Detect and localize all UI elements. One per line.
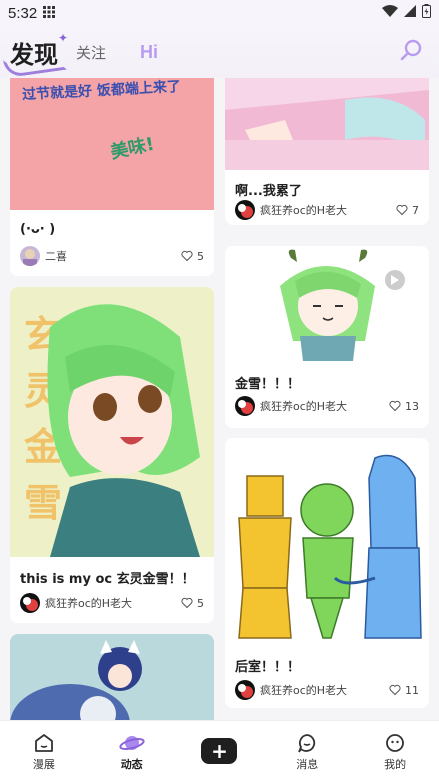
like-button[interactable]: 11 (389, 684, 419, 697)
nav-label: 漫展 (32, 757, 55, 771)
post-meta: 疯狂养oc的H老大 13 (235, 396, 419, 416)
like-button[interactable]: 13 (389, 400, 419, 413)
post-image: 过节就是好 饭都端上来了 美味! (10, 78, 214, 210)
post-title: 后室！！！ (235, 660, 301, 675)
sparkle-icon: ✦ (57, 30, 68, 45)
post-image: 玄灵金雪 (10, 287, 214, 557)
top-tab-bar: 发现 ✦ 关注 Hi (0, 26, 439, 78)
video-play-icon[interactable] (385, 270, 405, 290)
nav-create[interactable]: + (184, 737, 254, 764)
tab-discover[interactable]: 发现 ✦ (3, 31, 68, 78)
avatar[interactable] (235, 680, 255, 700)
image-caption-top: 过节就是好 饭都端上来了 (21, 78, 182, 104)
post-meta: 疯狂养oc的H老大 7 (235, 200, 419, 220)
status-time: 5:32 (8, 4, 38, 22)
nav-label: 消息 (296, 757, 319, 771)
status-bar: 5:32 (0, 0, 439, 26)
like-button[interactable]: 5 (181, 250, 204, 263)
like-count: 13 (405, 399, 419, 413)
grid-notification-icon (43, 5, 56, 21)
post-meta: 疯狂养oc的H老大 11 (235, 680, 419, 700)
tab-follow[interactable]: 关注 (76, 42, 106, 63)
heart-icon (396, 204, 408, 216)
heart-icon (181, 597, 193, 609)
plus-icon: + (201, 737, 238, 764)
post-card[interactable]: 啊...我累了 疯狂养oc的H老大 7 (225, 78, 429, 225)
author-name[interactable]: 疯狂养oc的H老大 (260, 682, 347, 698)
post-image (225, 78, 429, 170)
avatar[interactable] (20, 593, 40, 613)
post-card[interactable]: 过节就是好 饭都端上来了 美味! (·ᴗ· ) 二喜 5 (10, 78, 214, 276)
post-card[interactable]: 玄灵金雪 this is my oc 玄灵金雪！！ 疯狂养oc的H老大 5 (10, 287, 214, 623)
post-image (225, 246, 429, 361)
post-card[interactable]: 后室！！！ 疯狂养oc的H老大 11 (225, 438, 429, 708)
post-card[interactable] (10, 634, 214, 720)
post-title: 金雪！！！ (235, 377, 301, 392)
message-icon (296, 730, 318, 756)
bottom-nav: 漫展 动态 + 消息 我的 (0, 720, 439, 780)
heart-icon (181, 250, 193, 262)
author-name[interactable]: 疯狂养oc的H老大 (45, 595, 132, 611)
home-icon (33, 730, 55, 756)
signal-icon (404, 5, 416, 21)
profile-icon (384, 730, 406, 756)
avatar[interactable] (235, 396, 255, 416)
author-name[interactable]: 疯狂养oc的H老大 (260, 398, 347, 414)
tab-hi[interactable]: Hi (140, 42, 158, 63)
nav-profile[interactable]: 我的 (360, 730, 430, 772)
like-button[interactable]: 7 (396, 204, 419, 217)
post-card[interactable]: 金雪！！！ 疯狂养oc的H老大 13 (225, 246, 429, 428)
nav-label: 动态 (120, 757, 143, 771)
post-meta: 二喜 5 (20, 246, 204, 266)
post-image (10, 634, 214, 720)
like-count: 5 (197, 249, 204, 263)
image-caption-mid: 美味! (108, 133, 157, 164)
post-image (225, 438, 429, 646)
like-count: 7 (412, 203, 419, 217)
heart-icon (389, 400, 401, 412)
heart-icon (389, 684, 401, 696)
nav-messages[interactable]: 消息 (272, 730, 342, 772)
like-count: 5 (197, 596, 204, 610)
post-title: (·ᴗ· ) (20, 222, 56, 237)
post-meta: 疯狂养oc的H老大 5 (20, 593, 204, 613)
like-button[interactable]: 5 (181, 597, 204, 610)
wifi-icon (382, 5, 398, 21)
nav-exhibition[interactable]: 漫展 (9, 730, 79, 772)
avatar[interactable] (20, 246, 40, 266)
search-icon (400, 38, 424, 66)
planet-icon (119, 730, 145, 756)
post-title: this is my oc 玄灵金雪！！ (20, 572, 195, 587)
author-name[interactable]: 疯狂养oc的H老大 (260, 202, 347, 218)
nav-dynamics[interactable]: 动态 (97, 730, 167, 772)
avatar[interactable] (235, 200, 255, 220)
post-title: 啊...我累了 (235, 184, 302, 199)
discover-feed[interactable]: 过节就是好 饭都端上来了 美味! (·ᴗ· ) 二喜 5 玄灵金雪 this i… (0, 78, 439, 720)
like-count: 11 (405, 683, 419, 697)
nav-label: 我的 (384, 757, 407, 771)
author-name[interactable]: 二喜 (45, 248, 67, 264)
search-button[interactable] (395, 35, 429, 69)
battery-icon (422, 4, 431, 22)
